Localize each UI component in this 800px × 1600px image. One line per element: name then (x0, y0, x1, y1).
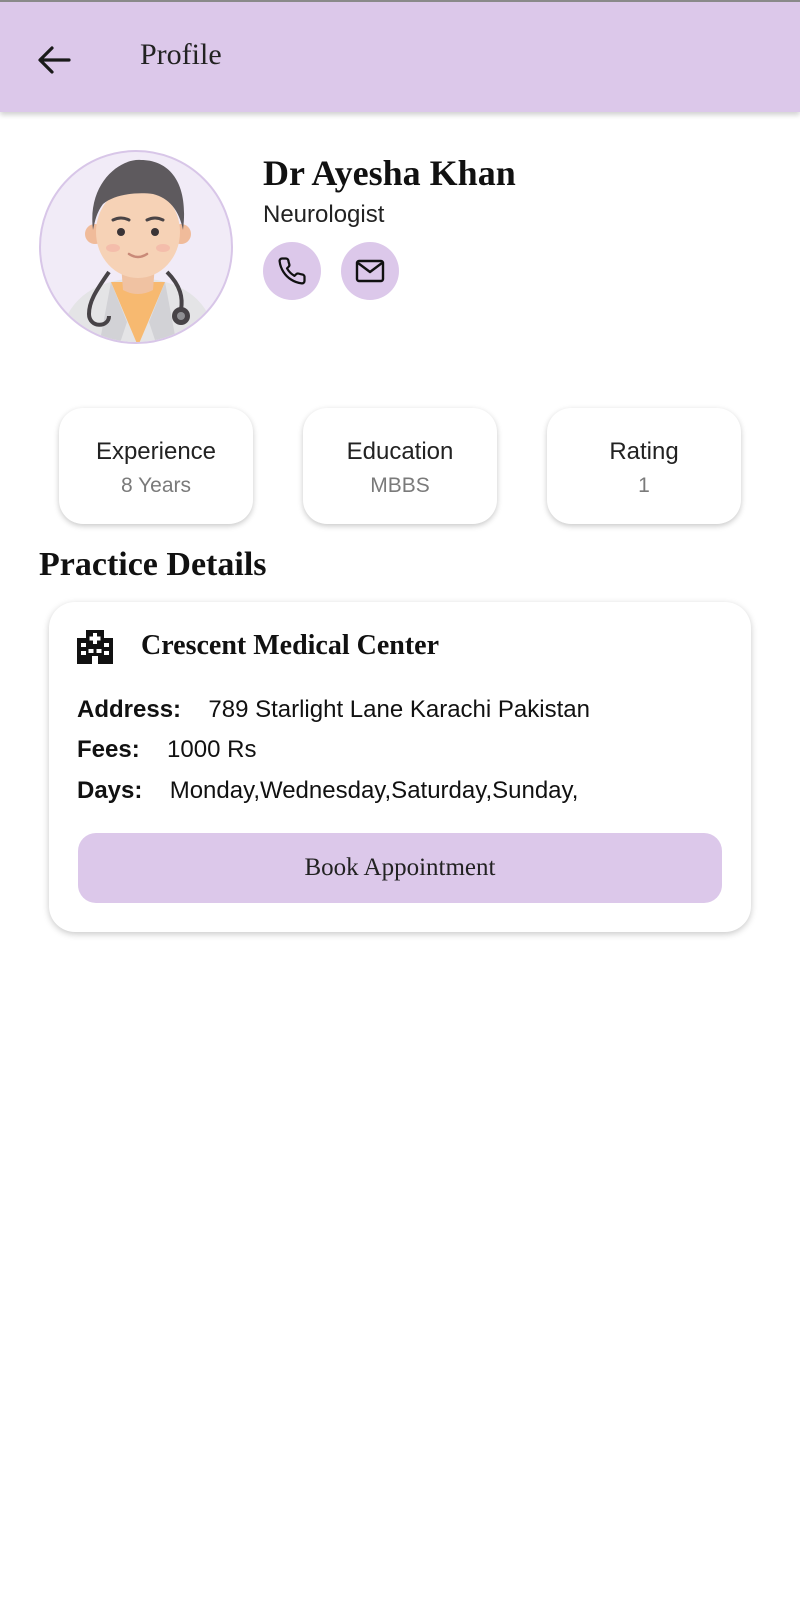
stat-card-experience: Experience 8 Years (59, 408, 253, 524)
fees-value: 1000 Rs (167, 736, 257, 763)
doctor-avatar-icon (59, 159, 217, 342)
address-label: Address: (77, 696, 182, 723)
fees-row: Fees: 1000 Rs (77, 736, 256, 764)
app-bar: Profile (0, 0, 800, 112)
stat-label: Rating (609, 438, 679, 465)
clinic-name: Crescent Medical Center (141, 630, 440, 661)
back-button[interactable] (30, 36, 78, 84)
address-row: Address: 789 Starlight Lane Karachi Paki… (77, 696, 590, 724)
mail-icon (355, 259, 385, 283)
call-button[interactable] (263, 242, 321, 300)
stat-label: Education (346, 438, 454, 465)
arrow-left-icon (38, 46, 71, 74)
stat-card-rating: Rating 1 (547, 408, 741, 524)
page-title: Profile (140, 38, 222, 71)
email-button[interactable] (341, 242, 399, 300)
stat-value: 8 Years (120, 474, 192, 497)
practice-card: Crescent Medical Center Address: 789 Sta… (49, 602, 751, 932)
section-title: Practice Details (39, 546, 267, 583)
hospital-icon (77, 630, 113, 664)
doctor-name: Dr Ayesha Khan (263, 153, 516, 193)
days-row: Days: Monday,Wednesday,Saturday,Sunday, (77, 777, 578, 805)
stat-label: Experience (95, 438, 217, 465)
address-value: 789 Starlight Lane Karachi Pakistan (208, 696, 590, 723)
phone-icon (278, 257, 306, 285)
avatar (39, 150, 233, 344)
fees-label: Fees: (77, 736, 140, 763)
stat-value: MBBS (370, 474, 430, 497)
stat-card-education: Education MBBS (303, 408, 497, 524)
doctor-specialty: Neurologist (263, 201, 385, 228)
book-appointment-button[interactable]: Book Appointment (78, 833, 722, 903)
days-label: Days: (77, 777, 143, 804)
days-value: Monday,Wednesday,Saturday,Sunday, (169, 777, 579, 804)
stat-value: 1 (638, 474, 650, 497)
